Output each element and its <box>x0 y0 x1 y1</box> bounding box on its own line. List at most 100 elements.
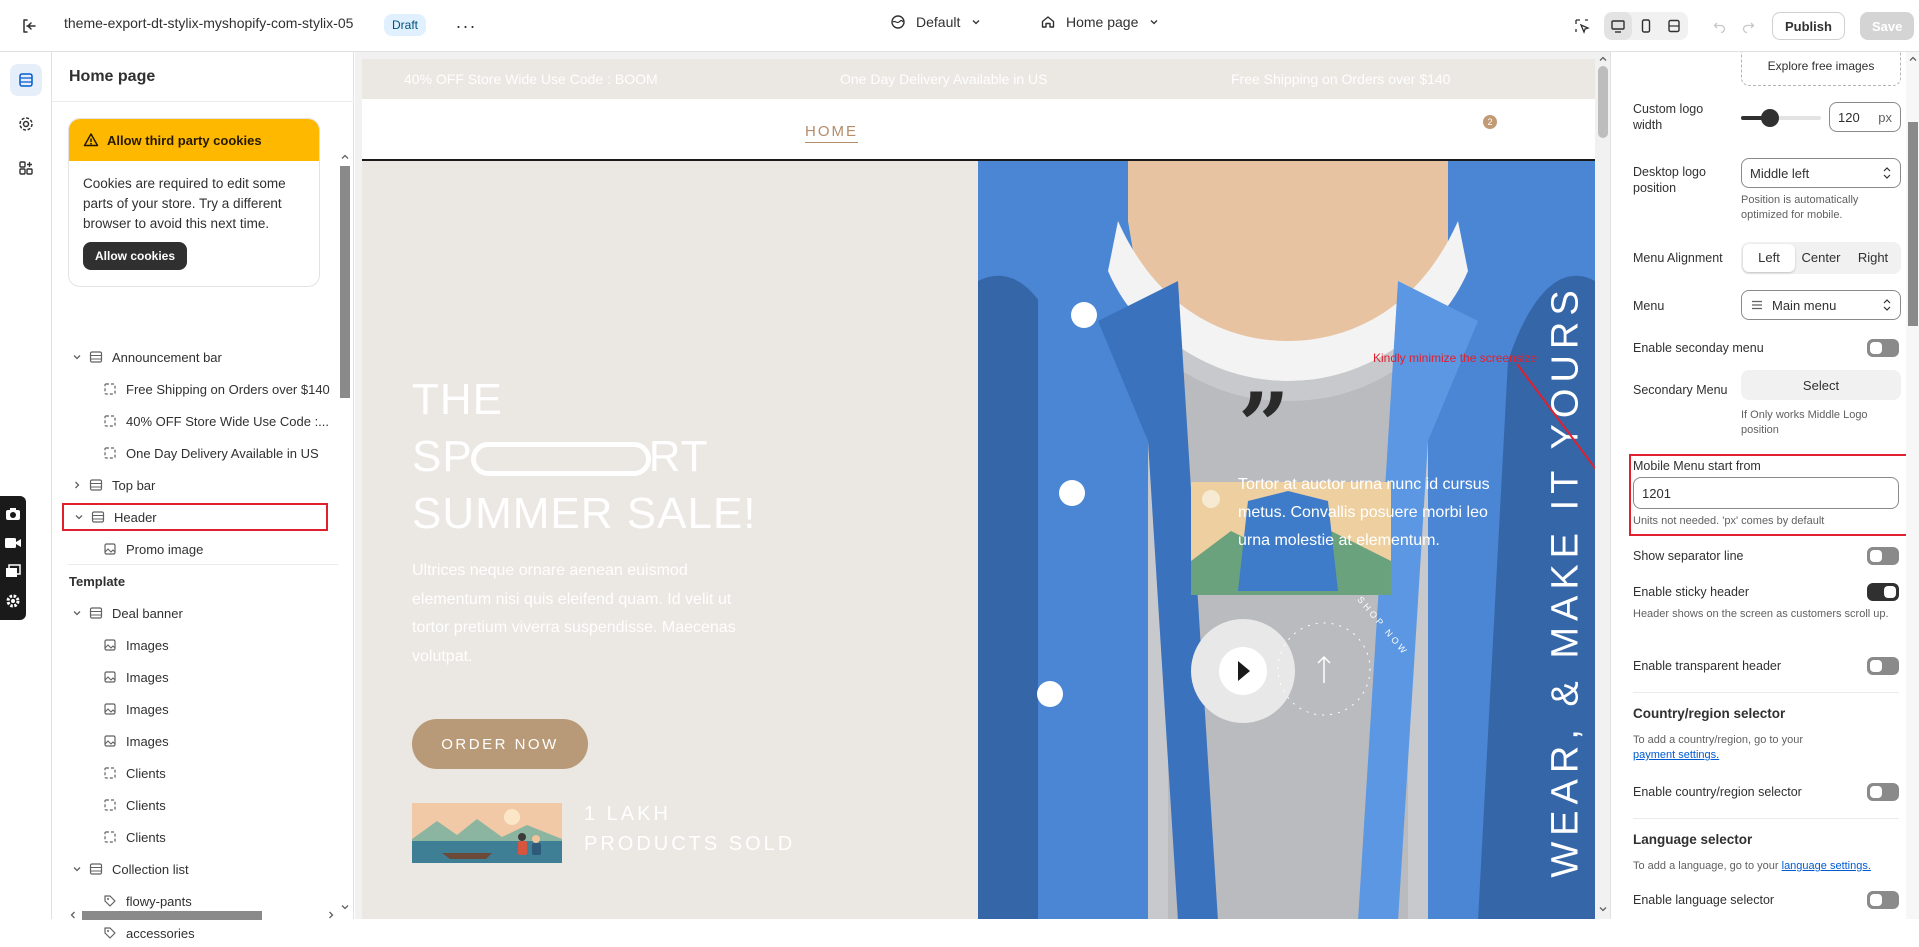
cookie-banner-title: Allow third party cookies <box>107 132 262 148</box>
store-header[interactable]: HOME 2 <box>362 99 1595 161</box>
toolbar-gear-icon[interactable] <box>5 593 21 609</box>
scroll-down-icon[interactable] <box>340 902 350 912</box>
menu-select[interactable]: Main menu <box>1741 290 1901 320</box>
chevron-right-icon[interactable] <box>68 480 86 490</box>
tree-item-collection-list[interactable]: Collection list <box>68 855 189 883</box>
sidebar-title: Home page <box>69 68 156 85</box>
chevron-down-icon[interactable] <box>70 512 88 522</box>
language-settings-link[interactable]: language settings. <box>1782 860 1871 872</box>
allow-cookies-button[interactable]: Allow cookies <box>83 242 188 270</box>
publish-button[interactable]: Publish <box>1772 12 1845 40</box>
tree-item-images[interactable]: Images <box>100 695 169 723</box>
cart-count-badge[interactable]: 2 <box>1483 115 1497 129</box>
separator-label: Show separator line <box>1633 549 1744 563</box>
tree-item-clients[interactable]: Clients <box>100 791 166 819</box>
desktop-icon[interactable] <box>1604 12 1632 40</box>
tree-item-block[interactable]: One Day Delivery Available in US <box>100 439 319 467</box>
apps-icon[interactable] <box>10 152 42 184</box>
scroll-up-icon[interactable] <box>1598 54 1608 64</box>
tree-item-promo-image[interactable]: Promo image <box>100 535 203 563</box>
explore-free-images-button[interactable]: Explore free images <box>1741 52 1901 86</box>
scroll-up-icon[interactable] <box>1908 54 1918 64</box>
tree-item-clients[interactable]: Clients <box>100 759 166 787</box>
order-now-button[interactable]: ORDER NOW <box>412 719 588 769</box>
scrollbar-thumb[interactable] <box>1598 66 1608 138</box>
cursor-select-icon[interactable] <box>1568 12 1596 40</box>
windows-icon[interactable] <box>5 564 21 578</box>
exit-icon[interactable] <box>18 15 40 37</box>
tree-item-images[interactable]: Images <box>100 663 169 691</box>
save-button[interactable]: Save <box>1860 12 1915 40</box>
scrollbar-thumb[interactable] <box>1908 122 1918 326</box>
divider <box>1633 692 1899 693</box>
panel-scrollbar[interactable] <box>1906 52 1919 919</box>
sidebar-horizontal-scrollbar[interactable] <box>68 908 338 920</box>
align-center-option[interactable]: Center <box>1795 244 1847 272</box>
payment-settings-link[interactable]: payment settings. <box>1633 749 1719 761</box>
logo-width-value: 120 <box>1838 109 1860 125</box>
section-icon <box>86 475 106 495</box>
chevron-down-icon[interactable] <box>68 352 86 362</box>
tree-item-clients[interactable]: Clients <box>100 823 166 851</box>
mobile-icon[interactable] <box>1632 12 1660 40</box>
announcement-text: Free Shipping on Orders over $140 <box>1231 71 1451 87</box>
scroll-down-icon[interactable] <box>1598 904 1608 914</box>
slider-handle[interactable] <box>1760 109 1779 127</box>
tree-item-deal-banner[interactable]: Deal banner <box>68 599 183 627</box>
separator-toggle[interactable] <box>1867 547 1899 565</box>
fullscreen-icon[interactable] <box>1660 12 1688 40</box>
page-selector[interactable]: Home page <box>1040 14 1160 30</box>
inspector-toggle[interactable] <box>1568 12 1596 40</box>
nav-home-link[interactable]: HOME <box>805 123 858 143</box>
section-icon <box>86 603 106 623</box>
mobile-menu-note: Units not needed. 'px' comes by default <box>1633 515 1825 527</box>
tree-item-label: Clients <box>126 765 166 781</box>
chevron-down-icon[interactable] <box>68 864 86 874</box>
tree-item-collection[interactable]: accessories <box>100 919 195 947</box>
tree-item-images[interactable]: Images <box>100 631 169 659</box>
scrollbar-thumb[interactable] <box>340 166 350 398</box>
tree-item-header[interactable]: Header <box>62 503 328 531</box>
hero-title-part: RT <box>648 432 709 481</box>
secondary-menu-note: If Only works Middle Logo position <box>1741 409 1868 436</box>
video-camera-icon[interactable] <box>4 536 22 550</box>
tree-item-images[interactable]: Images <box>100 727 169 755</box>
undo-icon[interactable] <box>1706 12 1734 40</box>
country-selector-toggle[interactable] <box>1867 783 1899 801</box>
pill-shape <box>470 442 651 477</box>
tree-item-block[interactable]: 40% OFF Store Wide Use Code :... <box>100 407 329 435</box>
tree-item-label: Deal banner <box>112 605 183 621</box>
country-note-text: To add a country/region, go to your <box>1633 734 1803 746</box>
language-selector-toggle[interactable] <box>1867 891 1899 909</box>
desktop-logo-select[interactable]: Middle left <box>1741 158 1901 188</box>
scroll-up-icon[interactable] <box>340 152 350 162</box>
redo-icon[interactable] <box>1734 12 1762 40</box>
secondary-menu-select-button[interactable]: Select <box>1741 370 1901 400</box>
logo-width-slider[interactable] <box>1741 109 1821 127</box>
tree-item-block[interactable]: Free Shipping on Orders over $140 <box>100 375 330 403</box>
annotation-arrow-icon <box>1516 363 1595 470</box>
sidebar-scrollbar[interactable] <box>338 152 350 912</box>
settings-gear-icon[interactable] <box>10 108 42 140</box>
transparent-header-toggle[interactable] <box>1867 657 1899 675</box>
sections-sidebar: Home page Allow third party cookies Cook… <box>52 52 354 941</box>
screenshot-camera-icon[interactable] <box>5 507 21 521</box>
logo-width-input[interactable]: 120 px <box>1829 102 1901 132</box>
tree-item-top-bar[interactable]: Top bar <box>68 471 155 499</box>
theme-settings-selector[interactable]: Default <box>890 14 982 30</box>
tree-item-announcement-bar[interactable]: Announcement bar <box>68 343 222 371</box>
storefront-canvas[interactable]: 40% OFF Store Wide Use Code : BOOM One D… <box>362 59 1595 919</box>
align-left-option[interactable]: Left <box>1743 244 1795 272</box>
align-right-option[interactable]: Right <box>1847 244 1899 272</box>
tree-item-label: Top bar <box>112 477 156 493</box>
sticky-header-toggle[interactable] <box>1867 583 1899 601</box>
mobile-menu-input[interactable] <box>1633 477 1899 509</box>
secondary-menu-toggle[interactable] <box>1867 339 1899 357</box>
hero-left-panel: THE SP RT SUMMER SALE! Ultrices neque orn… <box>362 161 978 919</box>
more-actions-button[interactable]: ··· <box>452 12 480 40</box>
preview-scrollbar[interactable] <box>1596 52 1610 919</box>
section-icon <box>88 507 108 527</box>
chevron-down-icon[interactable] <box>68 608 86 618</box>
sections-icon[interactable] <box>10 64 42 96</box>
announcement-bar[interactable]: 40% OFF Store Wide Use Code : BOOM One D… <box>362 59 1595 99</box>
